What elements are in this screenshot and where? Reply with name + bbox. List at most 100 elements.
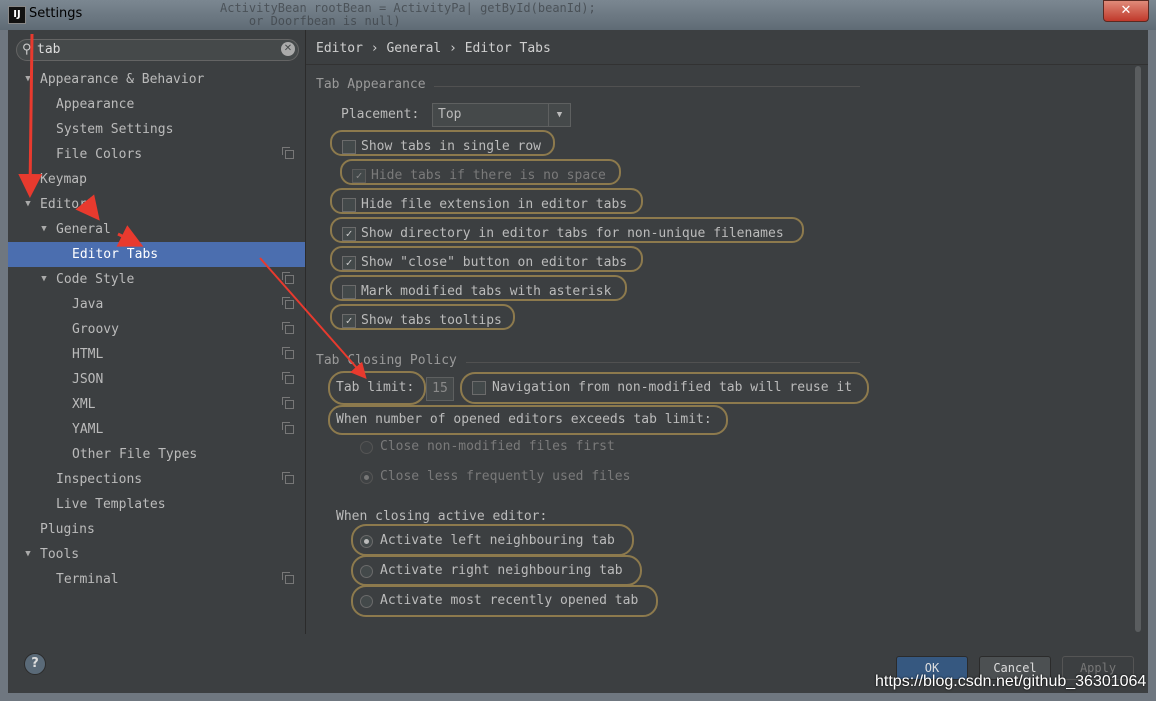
tree-item-file-colors[interactable]: File Colors	[8, 142, 305, 167]
radio-option-label: Activate most recently opened tab	[380, 593, 639, 608]
tree-item-editor-tabs[interactable]: Editor Tabs	[8, 242, 305, 267]
navigation-reuse-checkbox[interactable]	[472, 381, 486, 395]
project-copy-icon	[282, 422, 294, 434]
tree-item-label: General	[56, 222, 111, 237]
tree-item-general[interactable]: ▼ General	[8, 217, 305, 242]
settings-dialog: ⚲ ✕ ▼ Appearance & Behavior Appearance Syst…	[8, 30, 1148, 693]
navigation-reuse-label: Navigation from non-modified tab will re…	[492, 380, 853, 395]
radio-option-label: Close non-modified files first	[380, 439, 615, 454]
breadcrumb: Editor › General › Editor Tabs	[316, 41, 551, 56]
project-copy-icon	[282, 572, 294, 584]
tree-item-terminal[interactable]: Terminal	[8, 567, 305, 592]
exceeds-limit-label: When number of opened editors exceeds ta…	[336, 412, 712, 427]
tab-limit-field[interactable]: 15	[426, 377, 454, 401]
checkbox-unchecked[interactable]	[342, 140, 356, 154]
radio-option-label: Close less frequently used files	[380, 469, 631, 484]
project-copy-icon	[282, 397, 294, 409]
window-title: Settings	[29, 6, 83, 21]
tree-item-xml[interactable]: XML	[8, 392, 305, 417]
radio-selected[interactable]	[360, 471, 373, 484]
tree-item-label: System Settings	[56, 122, 174, 137]
tree-item-keymap[interactable]: Keymap	[8, 167, 305, 192]
tree-item-label: File Colors	[56, 147, 143, 162]
settings-sidebar: ⚲ ✕ ▼ Appearance & Behavior Appearance Syst…	[8, 30, 306, 634]
tree-item-live-templates[interactable]: Live Templates	[8, 492, 305, 517]
checkbox-unchecked[interactable]	[342, 285, 356, 299]
radio-unselected[interactable]	[360, 565, 373, 578]
settings-search-box: ⚲ ✕	[16, 39, 299, 61]
background-code: ActivityBean rootBean = ActivityPa| getB…	[220, 1, 596, 28]
tree-item-label: Keymap	[40, 172, 87, 187]
tree-item-label: Tools	[40, 547, 80, 562]
tree-item-json[interactable]: JSON	[8, 367, 305, 392]
tree-item-label: Editor	[40, 197, 87, 212]
radio-selected[interactable]	[360, 535, 373, 548]
radio-option-label: Activate right neighbouring tab	[380, 563, 623, 578]
checkbox-checked[interactable]: ✓	[342, 227, 356, 241]
search-icon: ⚲	[22, 42, 32, 57]
appearance-option-label: Show tabs tooltips	[361, 313, 502, 328]
tree-item-label: Code Style	[56, 272, 135, 287]
tree-item-label: Terminal	[56, 572, 119, 587]
radio-option-label: Activate left neighbouring tab	[380, 533, 615, 548]
content-scrollbar[interactable]	[1135, 66, 1141, 632]
tree-item-label: JSON	[72, 372, 104, 387]
appearance-option-label: Hide file extension in editor tabs	[361, 197, 628, 212]
tree-item-groovy[interactable]: Groovy	[8, 317, 305, 342]
radio-unselected[interactable]	[360, 441, 373, 454]
checkbox-checked[interactable]: ✓	[342, 256, 356, 270]
tree-item-label: Other File Types	[72, 447, 198, 462]
tree-item-label: Appearance	[56, 97, 135, 112]
tree-item-label: Editor Tabs	[72, 247, 159, 262]
tree-item-label: HTML	[72, 347, 104, 362]
appearance-option-label: Mark modified tabs with asterisk	[361, 284, 612, 299]
title-bar: ActivityBean rootBean = ActivityPa| getB…	[0, 0, 1156, 30]
tree-item-label: XML	[72, 397, 96, 412]
expand-arrow-icon[interactable]: ▼	[22, 192, 34, 217]
checkbox-unchecked[interactable]	[342, 198, 356, 212]
placement-dropdown[interactable]: Top ▼	[432, 103, 571, 127]
project-copy-icon	[282, 347, 294, 359]
radio-unselected[interactable]	[360, 595, 373, 608]
expand-arrow-icon[interactable]: ▼	[22, 67, 34, 92]
checkbox-checked[interactable]: ✓	[352, 169, 366, 183]
tree-item-appearance[interactable]: Appearance	[8, 92, 305, 117]
section-divider	[434, 86, 860, 87]
tree-item-label: Live Templates	[56, 497, 166, 512]
project-copy-icon	[282, 472, 294, 484]
tree-item-other-file-types[interactable]: Other File Types	[8, 442, 305, 467]
intellij-app-icon: IJ	[8, 6, 26, 24]
appearance-option-label: Hide tabs if there is no space	[371, 168, 606, 183]
tree-item-plugins[interactable]: Plugins	[8, 517, 305, 542]
checkbox-checked[interactable]: ✓	[342, 314, 356, 328]
expand-arrow-icon[interactable]: ▼	[38, 217, 50, 242]
settings-tree: ▼ Appearance & Behavior Appearance System S…	[8, 67, 305, 592]
clear-search-icon[interactable]: ✕	[281, 42, 295, 56]
chevron-down-icon: ▼	[548, 104, 570, 126]
appearance-option-label: Show "close" button on editor tabs	[361, 255, 628, 270]
settings-search-input[interactable]	[37, 41, 267, 58]
expand-arrow-icon[interactable]: ▼	[38, 267, 50, 292]
tree-item-label: Inspections	[56, 472, 143, 487]
window-close-button[interactable]: ✕	[1103, 0, 1149, 22]
tree-item-tools[interactable]: ▼ Tools	[8, 542, 305, 567]
tree-item-appearance-behavior[interactable]: ▼ Appearance & Behavior	[8, 67, 305, 92]
project-copy-icon	[282, 272, 294, 284]
tree-item-html[interactable]: HTML	[8, 342, 305, 367]
project-copy-icon	[282, 297, 294, 309]
tree-item-editor[interactable]: ▼ Editor	[8, 192, 305, 217]
tab-limit-label: Tab limit:	[336, 380, 415, 395]
project-copy-icon	[282, 147, 294, 159]
help-button[interactable]: ?	[24, 653, 46, 675]
expand-arrow-icon[interactable]: ▼	[22, 542, 34, 567]
tree-item-label: Appearance & Behavior	[40, 72, 205, 87]
tree-item-code-style[interactable]: ▼ Code Style	[8, 267, 305, 292]
appearance-option-label: Show tabs in single row	[361, 139, 542, 154]
section-divider	[466, 362, 860, 363]
tree-item-inspections[interactable]: Inspections	[8, 467, 305, 492]
appearance-option-label: Show directory in editor tabs for non-un…	[361, 226, 784, 241]
tree-item-yaml[interactable]: YAML	[8, 417, 305, 442]
tree-item-java[interactable]: Java	[8, 292, 305, 317]
placement-value: Top	[438, 107, 462, 122]
tree-item-system-settings[interactable]: System Settings	[8, 117, 305, 142]
